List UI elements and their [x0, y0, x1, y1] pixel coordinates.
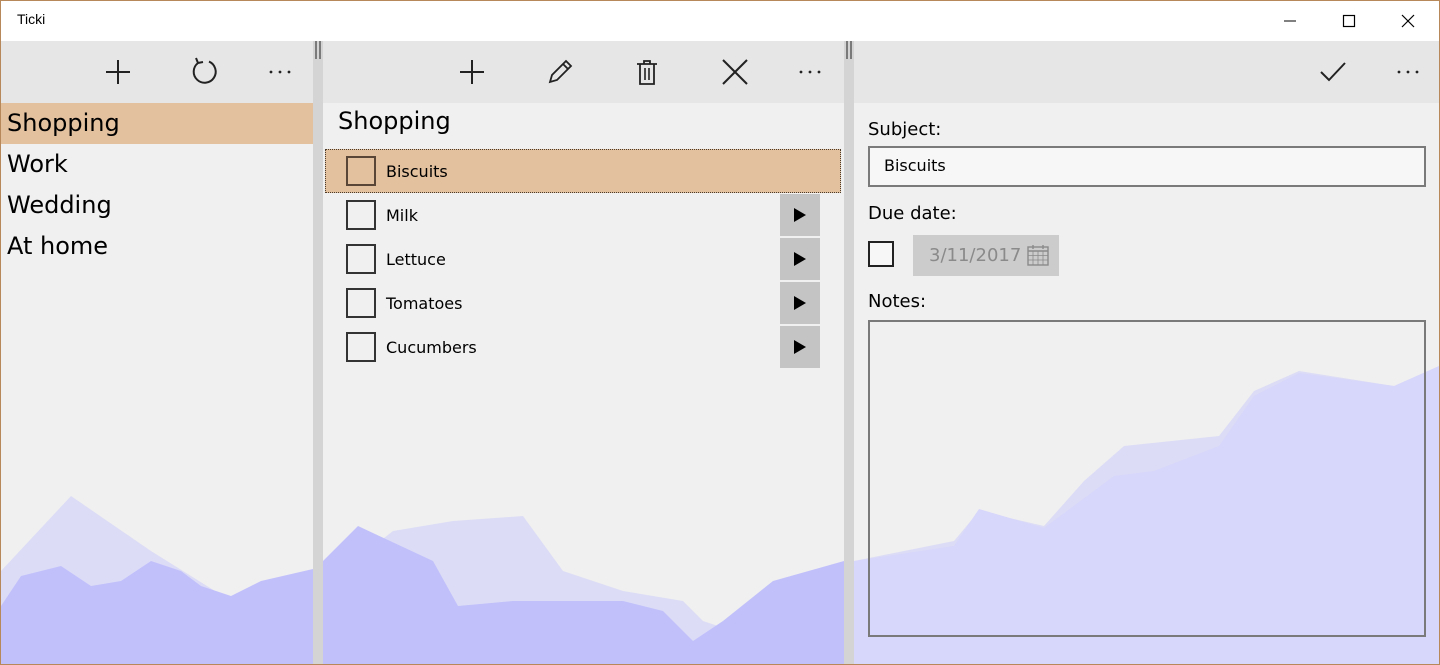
refresh-button[interactable] — [183, 50, 227, 94]
task-checkbox[interactable] — [346, 200, 376, 230]
task-label: Tomatoes — [386, 294, 463, 313]
task-label: Cucumbers — [386, 338, 477, 357]
category-item-wedding[interactable]: Wedding — [1, 185, 313, 226]
categories-more-button[interactable] — [258, 50, 302, 94]
title-bar: Ticki — [1, 1, 1439, 41]
task-row[interactable]: Biscuits — [325, 149, 841, 193]
maximize-icon — [1342, 14, 1356, 28]
task-label: Biscuits — [386, 162, 448, 181]
category-list: Shopping Work Wedding At home — [1, 103, 313, 267]
task-open-button[interactable] — [780, 194, 820, 236]
more-icon — [269, 70, 291, 74]
task-row[interactable]: Cucumbers — [325, 325, 841, 369]
notes-label: Notes: — [868, 291, 927, 312]
task-list: Biscuits Milk Lettuce Tomatoes Cucumbers — [325, 149, 841, 369]
save-button[interactable] — [1311, 50, 1355, 94]
refresh-icon — [192, 57, 217, 84]
calendar-icon — [1027, 245, 1049, 266]
checkmark-icon — [1320, 62, 1346, 82]
category-item-shopping[interactable]: Shopping — [1, 103, 313, 144]
add-icon — [106, 60, 130, 84]
play-icon — [794, 252, 806, 266]
delete-icon — [637, 60, 657, 85]
close-window-button[interactable] — [1379, 1, 1437, 41]
more-icon — [1397, 70, 1419, 74]
task-label: Milk — [386, 206, 418, 225]
details-toolbar — [854, 41, 1439, 103]
task-open-button[interactable] — [780, 326, 820, 368]
add-task-button[interactable] — [450, 50, 494, 94]
maximize-button[interactable] — [1320, 1, 1378, 41]
task-open-button[interactable] — [780, 238, 820, 280]
minimize-icon — [1284, 20, 1296, 22]
edit-task-button[interactable] — [538, 50, 582, 94]
add-icon — [460, 60, 484, 84]
play-icon — [794, 208, 806, 222]
subject-input[interactable]: Biscuits — [868, 146, 1426, 187]
close-icon — [722, 59, 748, 85]
due-date-value: 3/11/2017 — [929, 245, 1022, 266]
pane-splitter-left[interactable] — [313, 41, 323, 664]
task-checkbox[interactable] — [346, 288, 376, 318]
due-date-checkbox[interactable] — [868, 241, 894, 267]
categories-toolbar — [1, 41, 313, 103]
edit-icon — [548, 59, 573, 84]
splitter-grip-icon — [315, 41, 321, 59]
splitter-grip-icon — [846, 41, 852, 59]
close-icon — [1401, 14, 1415, 28]
pane-splitter-right[interactable] — [844, 41, 854, 664]
task-label: Lettuce — [386, 250, 446, 269]
tasks-more-button[interactable] — [788, 50, 832, 94]
window-title: Ticki — [17, 11, 46, 27]
task-checkbox[interactable] — [346, 244, 376, 274]
task-row[interactable]: Lettuce — [325, 237, 841, 281]
due-date-label: Due date: — [868, 203, 957, 224]
category-item-work[interactable]: Work — [1, 144, 313, 185]
task-open-button[interactable] — [780, 282, 820, 324]
notes-textarea[interactable] — [868, 320, 1426, 637]
play-icon — [794, 296, 806, 310]
minimize-button[interactable] — [1261, 1, 1319, 41]
tasks-pane: Shopping Biscuits Milk Lettuce Tomatoes … — [323, 41, 844, 664]
more-icon — [799, 70, 821, 74]
add-category-button[interactable] — [96, 50, 140, 94]
list-title: Shopping — [338, 107, 451, 135]
task-checkbox[interactable] — [346, 332, 376, 362]
subject-label: Subject: — [868, 119, 942, 140]
close-list-button[interactable] — [713, 50, 757, 94]
task-row[interactable]: Milk — [325, 193, 841, 237]
task-row[interactable]: Tomatoes — [325, 281, 841, 325]
details-more-button[interactable] — [1386, 50, 1430, 94]
category-item-at-home[interactable]: At home — [1, 226, 313, 267]
categories-pane: Shopping Work Wedding At home — [1, 41, 313, 664]
play-icon — [794, 340, 806, 354]
details-pane: Subject: Biscuits Due date: 3/11/2017 No… — [854, 41, 1439, 664]
tasks-toolbar — [323, 41, 844, 103]
delete-task-button[interactable] — [625, 50, 669, 94]
due-date-picker[interactable]: 3/11/2017 — [913, 235, 1059, 276]
task-checkbox[interactable] — [346, 156, 376, 186]
